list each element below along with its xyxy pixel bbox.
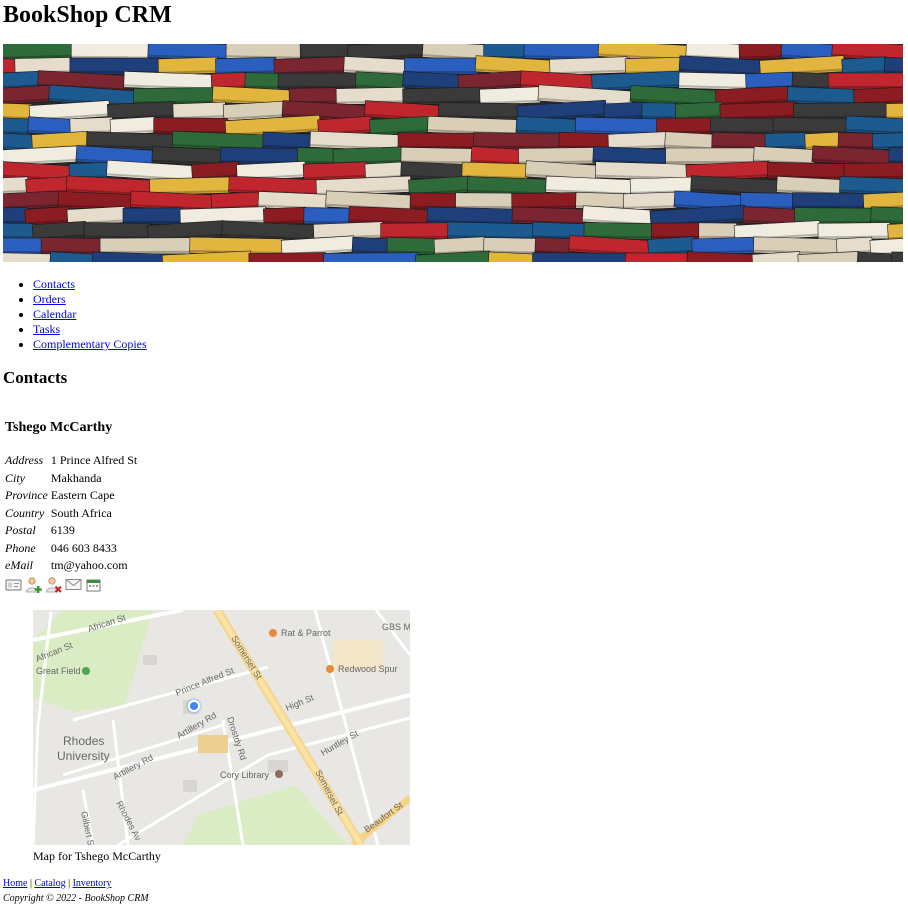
detail-value: 6139 bbox=[50, 523, 75, 537]
detail-value: 1 Prince Alfred St bbox=[50, 453, 138, 467]
detail-row-email: eMail tm@yahoo.com bbox=[5, 558, 137, 574]
nav-link-orders[interactable]: Orders bbox=[33, 292, 66, 306]
detail-value: South Africa bbox=[50, 505, 112, 520]
detail-row-postal: Postal 6139 bbox=[5, 523, 137, 539]
delete-user-icon[interactable] bbox=[45, 576, 62, 593]
nav-link-complementary-copies[interactable]: Complementary Copies bbox=[33, 337, 147, 351]
map-label-rhodes: Rhodes bbox=[63, 734, 104, 748]
contact-card-icon[interactable] bbox=[5, 576, 22, 593]
map-label-cory-library: Cory Library bbox=[220, 770, 270, 780]
map-label-gbs: GBS M bbox=[382, 622, 410, 632]
detail-label: Province bbox=[5, 488, 48, 502]
footer-separator: | bbox=[68, 878, 71, 889]
nav-item-tasks: Tasks bbox=[33, 322, 147, 337]
detail-row-address: Address 1 Prince Alfred St bbox=[5, 453, 137, 469]
nav-item-contacts: Contacts bbox=[33, 277, 147, 292]
copyright-text: Copyright © 2022 - BookShop CRM bbox=[3, 893, 149, 904]
footer-separator: | bbox=[29, 878, 32, 889]
main-nav: Contacts Orders Calendar Tasks Complemen… bbox=[3, 277, 147, 352]
detail-label: Country bbox=[5, 505, 45, 520]
nav-link-calendar[interactable]: Calendar bbox=[33, 307, 76, 321]
map[interactable]: African St African St Great Field Rat & … bbox=[33, 610, 410, 845]
page-title: BookShop CRM bbox=[3, 2, 172, 28]
map-label-university: University bbox=[57, 749, 110, 763]
detail-row-country: Country South Africa bbox=[5, 506, 137, 522]
detail-value: tm@yahoo.com bbox=[50, 558, 128, 572]
contact-actions bbox=[5, 575, 102, 593]
detail-label: Postal bbox=[5, 523, 36, 537]
footer-link-catalog[interactable]: Catalog bbox=[34, 878, 65, 889]
section-heading: Contacts bbox=[3, 368, 68, 387]
map-label-rat-parrot: Rat & Parrot bbox=[281, 628, 331, 638]
detail-label: eMail bbox=[5, 558, 33, 572]
map-label-great-field: Great Field bbox=[36, 666, 81, 676]
footer-links: Home | Catalog | Inventory bbox=[3, 878, 111, 890]
detail-label: City bbox=[5, 470, 25, 485]
footer-link-home[interactable]: Home bbox=[3, 878, 27, 889]
nav-link-tasks[interactable]: Tasks bbox=[33, 322, 60, 336]
map-caption: Map for Tshego McCarthy bbox=[33, 849, 161, 863]
detail-value: Makhanda bbox=[50, 470, 102, 485]
banner-image bbox=[3, 44, 903, 262]
detail-label: Phone bbox=[5, 540, 36, 555]
contact-name: Tshego McCarthy bbox=[5, 420, 113, 435]
email-icon[interactable] bbox=[65, 576, 82, 593]
contact-details-table: Address 1 Prince Alfred St City Makhanda P… bbox=[3, 451, 139, 576]
books-illustration bbox=[3, 44, 903, 262]
detail-row-phone: Phone 046 603 8433 bbox=[5, 541, 137, 557]
nav-item-calendar: Calendar bbox=[33, 307, 147, 322]
nav-item-orders: Orders bbox=[33, 292, 147, 307]
detail-value: Eastern Cape bbox=[50, 488, 115, 502]
nav-item-complementary-copies: Complementary Copies bbox=[33, 337, 147, 352]
detail-row-province: Province Eastern Cape bbox=[5, 488, 137, 504]
detail-value: 046 603 8433 bbox=[50, 540, 117, 555]
footer-link-inventory[interactable]: Inventory bbox=[73, 878, 112, 889]
detail-label: Address bbox=[5, 453, 44, 467]
add-user-icon[interactable] bbox=[25, 576, 42, 593]
map-label-redwood-spur: Redwood Spur bbox=[338, 664, 398, 674]
nav-link-contacts[interactable]: Contacts bbox=[33, 277, 75, 291]
map-canvas[interactable]: African St African St Great Field Rat & … bbox=[33, 610, 410, 845]
detail-row-city: City Makhanda bbox=[5, 471, 137, 487]
calendar-icon[interactable] bbox=[85, 576, 102, 593]
